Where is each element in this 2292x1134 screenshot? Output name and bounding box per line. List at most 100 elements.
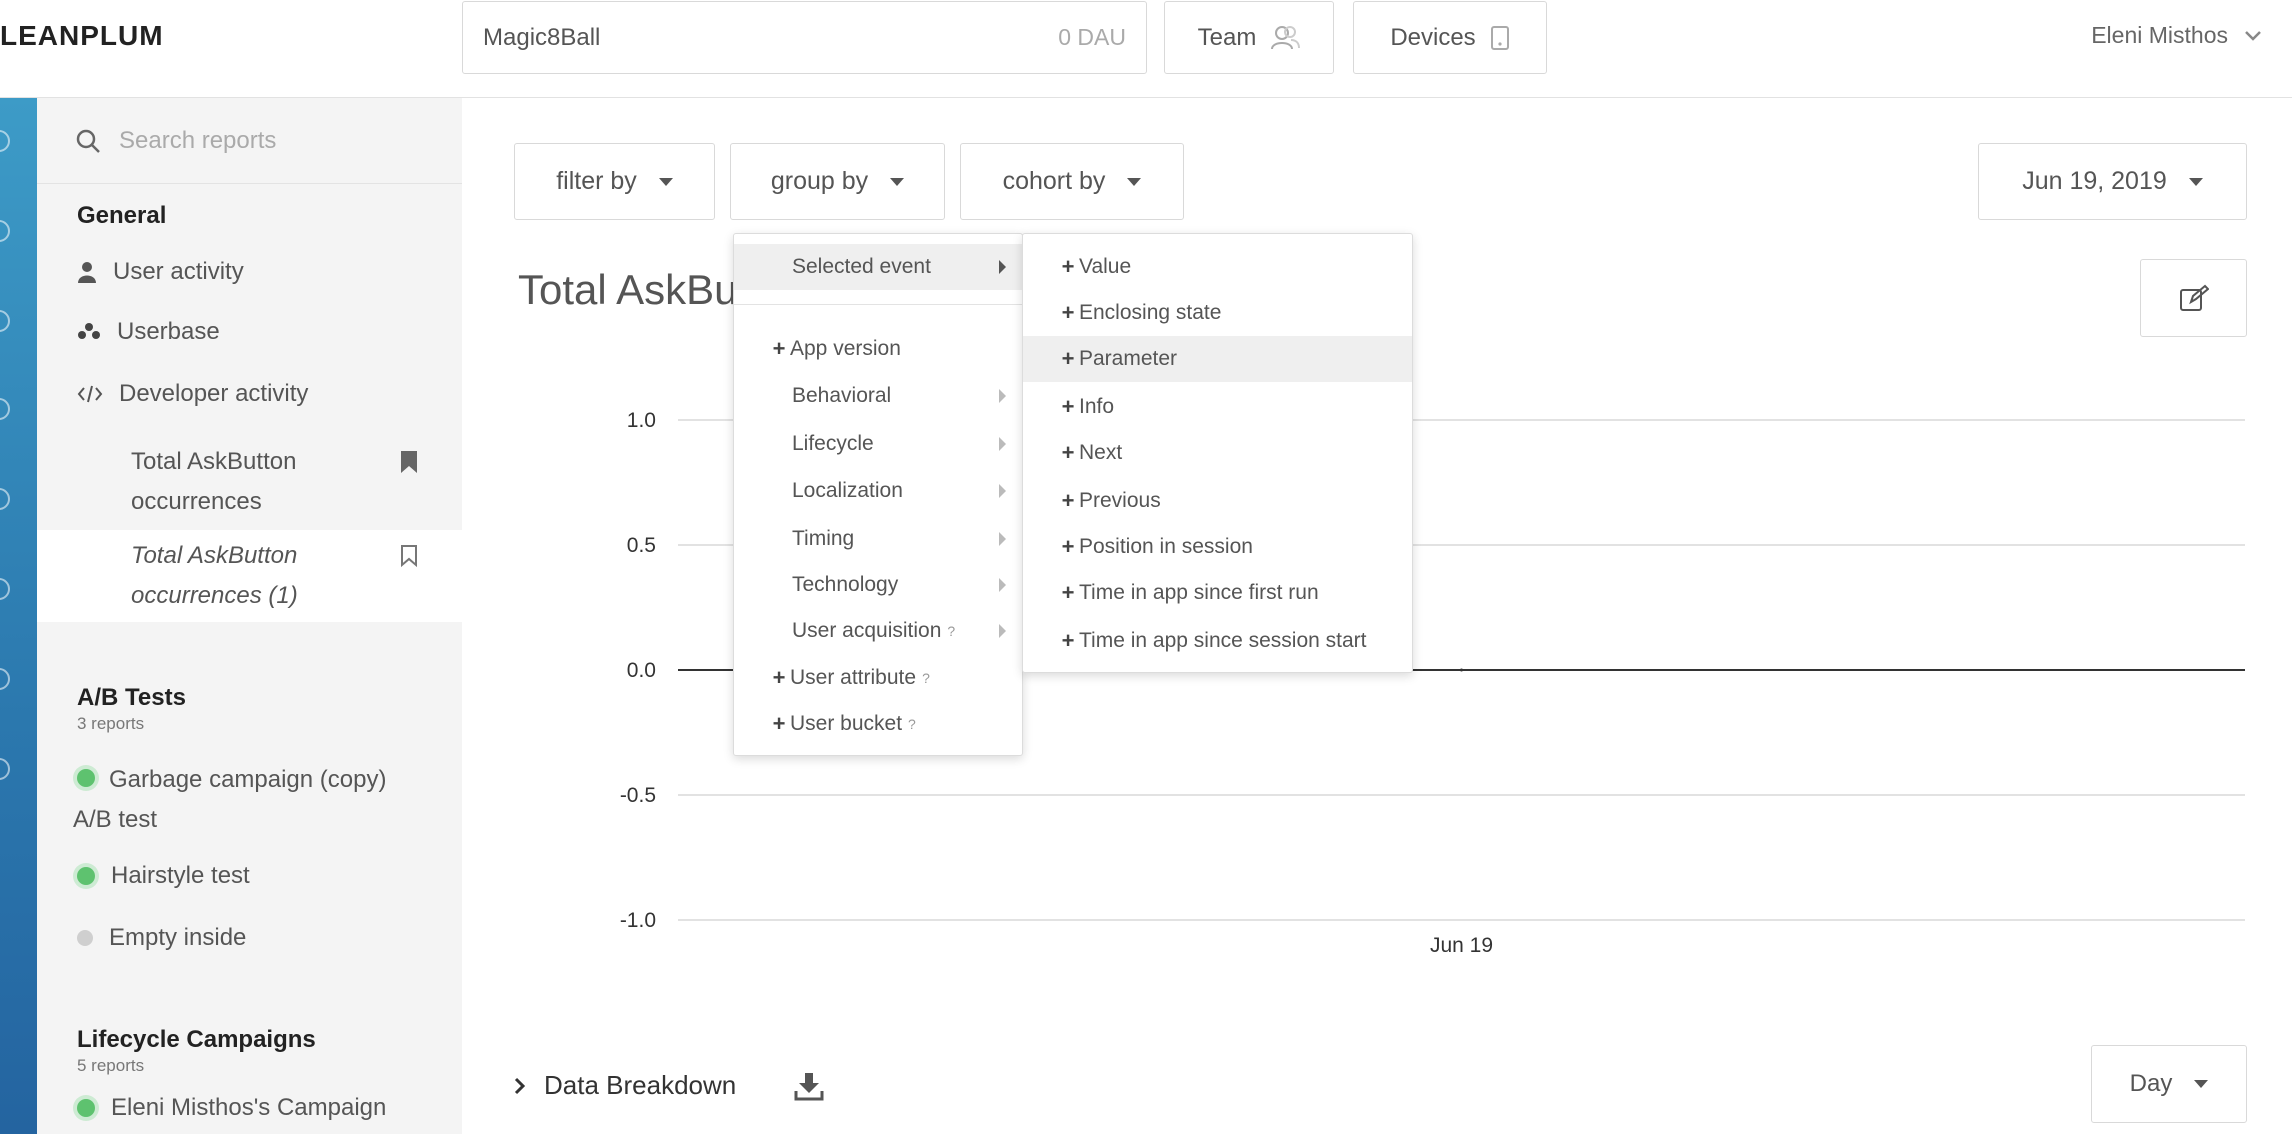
caret-right-icon [999, 578, 1006, 592]
submenu-item-info[interactable]: + Info [1023, 384, 1412, 430]
y-tick-label: 1.0 [627, 409, 656, 432]
report-line: occurrences (1) [131, 582, 298, 609]
lifecycle-item[interactable]: Eleni Misthos's Campaign [77, 1094, 386, 1122]
reports-sidebar: General User activity Userbase Developer… [37, 98, 462, 1134]
menu-item-user-bucket[interactable]: + User bucket? [734, 701, 1022, 747]
team-icon [1271, 25, 1301, 49]
help-icon[interactable]: ? [908, 716, 916, 732]
data-breakdown-label: Data Breakdown [544, 1070, 737, 1100]
download-icon[interactable] [794, 1071, 824, 1101]
date-picker-button[interactable]: Jun 19, 2019 [1978, 143, 2247, 220]
caret-down-icon [2188, 177, 2203, 186]
status-dot-inactive [77, 930, 93, 946]
message-icon[interactable] [0, 310, 10, 332]
menu-item-lifecycle[interactable]: Lifecycle [734, 421, 1022, 467]
y-tick-label: -1.0 [620, 909, 656, 932]
user-menu[interactable]: Eleni Misthos [2091, 22, 2262, 49]
lifecycle-title: Lifecycle Campaigns [77, 1026, 316, 1053]
group-by-button[interactable]: group by [730, 143, 945, 220]
caret-right-icon [999, 260, 1006, 274]
sidebar-item-developer-activity[interactable]: Developer activity [77, 380, 308, 408]
menu-item-localization[interactable]: Localization [734, 468, 1022, 514]
sidebar-item-label: Userbase [117, 318, 220, 345]
help-icon[interactable]: ? [922, 670, 930, 686]
settings-icon[interactable] [0, 758, 10, 780]
y-tick-label: 0.5 [627, 534, 656, 557]
menu-item-label: Lifecycle [792, 432, 874, 455]
chevron-right-icon [514, 1077, 526, 1094]
sidebar-item-label: Developer activity [119, 380, 309, 407]
plus-icon: + [1061, 580, 1075, 605]
ab-tests-title: A/B Tests [77, 684, 186, 711]
submenu-item-previous[interactable]: + Previous [1023, 478, 1412, 524]
menu-item-user-attribute[interactable]: + User attribute? [734, 655, 1022, 701]
submenu-item-parameter[interactable]: + Parameter [1023, 336, 1412, 382]
menu-item-selected-event[interactable]: Selected event [734, 244, 1022, 290]
lifecycle-label: Eleni Misthos's Campaign [111, 1094, 387, 1121]
caret-right-icon [999, 532, 1006, 546]
plus-icon: + [1061, 394, 1075, 419]
submenu-item-time-in-app-since-first-run[interactable]: + Time in app since first run [1023, 570, 1412, 616]
edit-button[interactable] [2140, 259, 2247, 337]
sidebar-item-userbase[interactable]: Userbase [77, 318, 220, 346]
variables-icon[interactable] [0, 398, 10, 420]
menu-item-technology[interactable]: Technology [734, 562, 1022, 608]
submenu-item-position-in-session[interactable]: + Position in session [1023, 524, 1412, 570]
menu-item-behavioral[interactable]: Behavioral [734, 373, 1022, 419]
plus-icon: + [1061, 440, 1075, 465]
calendar-icon[interactable] [0, 488, 10, 510]
submenu-item-label: Enclosing state [1079, 301, 1222, 324]
plus-icon: + [1061, 300, 1075, 325]
caret-right-icon [999, 484, 1006, 498]
caret-down-icon [1127, 177, 1142, 186]
ab-test-label: Empty inside [109, 924, 247, 951]
submenu-item-time-in-app-since-session-start[interactable]: + Time in app since session start [1023, 618, 1412, 664]
team-label: Team [1197, 23, 1257, 51]
data-breakdown-toggle[interactable]: Data Breakdown [514, 1070, 824, 1101]
campaign-icon[interactable] [0, 220, 10, 242]
plus-icon: + [1061, 346, 1075, 371]
submenu-item-label: Time in app since first run [1079, 581, 1319, 604]
user-icon [78, 262, 96, 283]
dashboard-icon[interactable] [0, 130, 10, 152]
caret-right-icon [999, 389, 1006, 403]
bookmark-outline-icon[interactable] [400, 544, 418, 568]
ab-test-item[interactable]: Hairstyle test [77, 862, 250, 890]
caret-right-icon [999, 624, 1006, 638]
menu-item-timing[interactable]: Timing [734, 516, 1022, 562]
submenu-item-enclosing-state[interactable]: + Enclosing state [1023, 290, 1412, 336]
device-icon [1490, 25, 1509, 50]
leanplum-logo[interactable]: LEANPLUM [0, 20, 164, 52]
menu-item-user-acquisition[interactable]: User acquisition? [734, 608, 1022, 654]
search-input[interactable] [119, 126, 419, 155]
menu-item-label: Selected event [792, 255, 931, 278]
tools-icon[interactable] [0, 578, 10, 600]
submenu-item-next[interactable]: + Next [1023, 430, 1412, 476]
devices-button[interactable]: Devices [1353, 1, 1547, 74]
sidebar-item-user-activity[interactable]: User activity [77, 258, 244, 286]
filter-by-label: filter by [556, 167, 637, 195]
plus-icon: + [772, 336, 786, 361]
menu-item-label: User attribute [790, 666, 917, 689]
edit-icon [2179, 284, 2209, 311]
caret-down-icon [890, 177, 905, 186]
devices-label: Devices [1390, 23, 1476, 51]
report-total-askbutton[interactable]: Total AskButton occurrences [37, 436, 462, 528]
help-icon[interactable]: ? [947, 623, 955, 639]
menu-item-app-version[interactable]: + App version [734, 326, 1022, 372]
team-button[interactable]: Team [1164, 1, 1334, 74]
bookmark-filled-icon[interactable] [400, 450, 418, 474]
ab-tests-count: 3 reports [77, 714, 145, 733]
interval-select[interactable]: Day [2091, 1045, 2247, 1123]
sidebar-item-label: User activity [113, 258, 244, 285]
app-selector[interactable]: Magic8Ball 0 DAU [462, 1, 1147, 74]
cohort-by-button[interactable]: cohort by [960, 143, 1184, 220]
filter-by-button[interactable]: filter by [514, 143, 715, 220]
selected-event-submenu: + Value + Enclosing state + Parameter + Info + Ne… [1022, 233, 1413, 673]
report-total-askbutton-1[interactable]: Total AskButton occurrences (1) [37, 530, 462, 622]
users-icon[interactable] [0, 668, 10, 690]
ab-test-item[interactable]: Empty inside [77, 924, 246, 952]
submenu-item-value[interactable]: + Value [1023, 244, 1412, 290]
ab-test-item[interactable]: Garbage campaign (copy) A/B test [73, 760, 386, 840]
x-tick-label: Jun 19 [1430, 934, 1493, 957]
